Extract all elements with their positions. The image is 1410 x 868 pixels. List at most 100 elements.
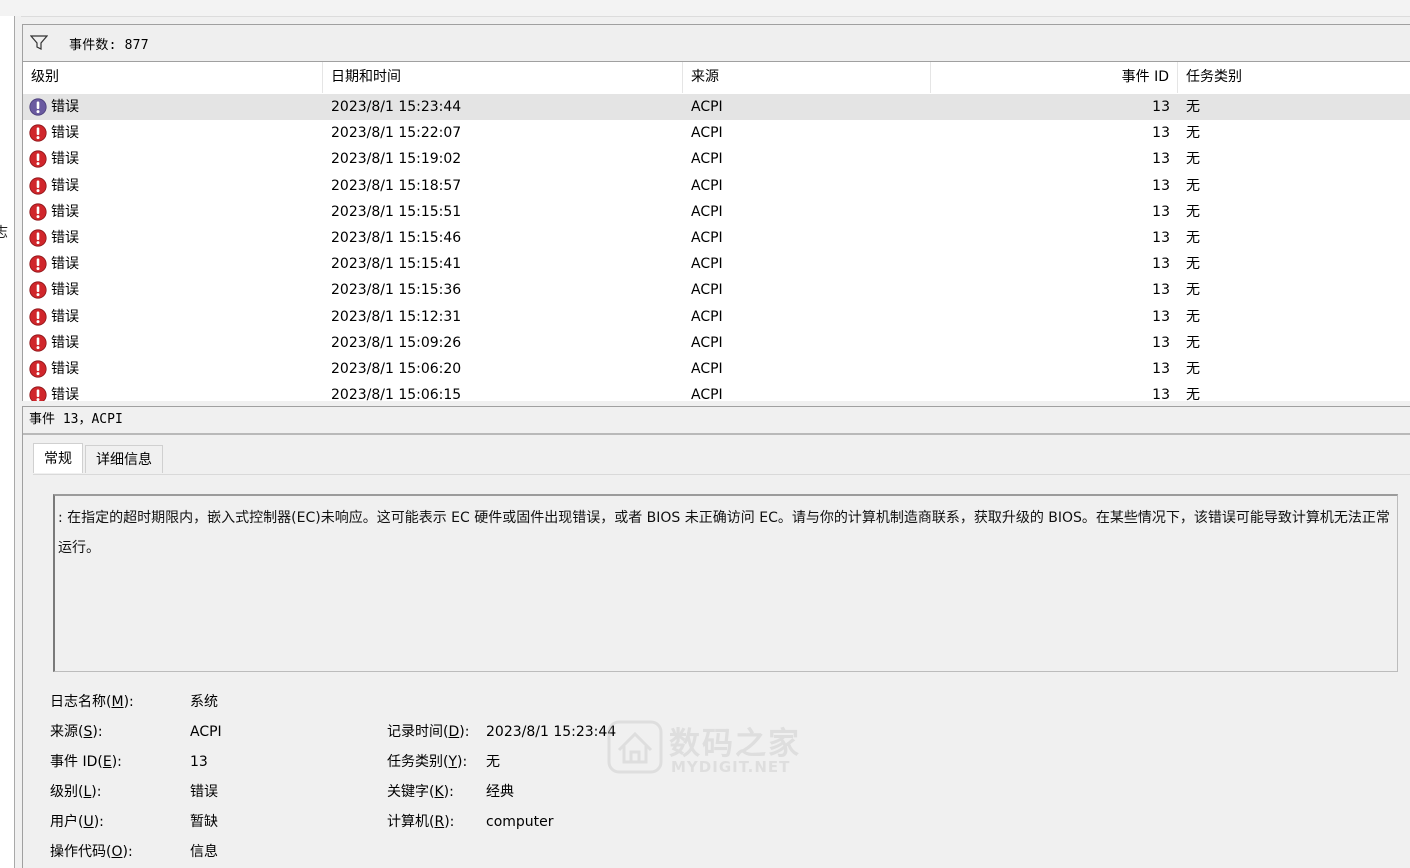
column-header-datetime[interactable]: 日期和时间 — [323, 62, 683, 93]
event-level-text: 错误 — [51, 360, 79, 377]
event-id-value[interactable]: 13 — [190, 747, 208, 777]
error-icon — [29, 150, 47, 169]
user-value[interactable]: 暂缺 — [190, 807, 218, 837]
log-name-value[interactable]: 系统 — [190, 687, 218, 717]
event-row[interactable]: 错误 2023/8/1 15:09:26 ACPI 13 无 — [23, 330, 1410, 356]
event-row[interactable]: 错误 2023/8/1 15:15:36 ACPI 13 无 — [23, 277, 1410, 303]
tab-general[interactable]: 常规 — [33, 443, 83, 473]
keywords-label: 关键字(K): — [387, 784, 454, 800]
event-datetime-cell: 2023/8/1 15:12:31 — [331, 308, 462, 325]
error-icon — [29, 334, 47, 352]
event-id-cell: 13 — [1152, 99, 1170, 115]
detail-tabs: 常规 详细信息 — [33, 443, 165, 475]
column-header-event-id[interactable]: 事件 ID — [931, 62, 1178, 93]
event-datetime-cell: 2023/8/1 15:09:26 — [331, 334, 462, 351]
event-id-cell: 13 — [1152, 177, 1170, 194]
user-label: 用户(U): — [50, 814, 104, 830]
keywords-value[interactable]: 经典 — [486, 777, 514, 807]
event-id-cell: 13 — [1152, 387, 1170, 402]
event-task-cell: 无 — [1186, 387, 1200, 402]
event-id-cell: 13 — [1152, 282, 1170, 299]
event-list-pane: 事件数: 877 级别 日期和时间 来源 事件 ID 任务类别 错误 2023/8… — [22, 24, 1410, 402]
event-id-cell: 13 — [1152, 256, 1170, 273]
event-datetime-cell: 2023/8/1 15:15:46 — [331, 229, 462, 246]
event-datetime-cell: 2023/8/1 15:15:36 — [331, 282, 462, 299]
event-level-cell: 错误 — [23, 356, 323, 382]
event-row[interactable]: 错误 2023/8/1 15:15:46 ACPI 13 无 — [23, 225, 1410, 251]
event-row[interactable]: 错误 2023/8/1 15:06:15 ACPI 13 无 — [23, 382, 1410, 402]
event-task-cell: 无 — [1186, 151, 1200, 168]
event-source-cell: ACPI — [691, 99, 723, 115]
event-row[interactable]: 错误 2023/8/1 15:19:02 ACPI 13 无 — [23, 146, 1410, 172]
event-datetime-cell: 2023/8/1 15:06:15 — [331, 387, 462, 402]
log-name-label: 日志名称(M): — [50, 694, 134, 710]
event-level-cell: 错误 — [23, 382, 323, 402]
event-id-cell: 13 — [1152, 125, 1170, 142]
column-header-task-category[interactable]: 任务类别 — [1178, 62, 1410, 93]
error-icon — [29, 124, 47, 142]
event-level-cell: 错误 — [23, 146, 323, 172]
event-row[interactable]: 错误 2023/8/1 15:06:20 ACPI 13 无 — [23, 356, 1410, 382]
event-row[interactable]: 错误 2023/8/1 15:23:44 ACPI 13 无 — [23, 94, 1410, 121]
filter-funnel-icon[interactable] — [29, 33, 49, 53]
column-header-row: 级别 日期和时间 来源 事件 ID 任务类别 — [23, 62, 1410, 93]
level-value[interactable]: 错误 — [190, 777, 218, 807]
source-label: 来源(S): — [50, 724, 103, 740]
event-datetime-cell: 2023/8/1 15:15:51 — [331, 203, 462, 220]
event-level-text: 错误 — [51, 387, 79, 402]
event-description[interactable]: : 在指定的超时期限内，嵌入式控制器(EC)未响应。这可能表示 EC 硬件或固件… — [53, 494, 1398, 672]
vertical-splitter[interactable] — [15, 16, 21, 868]
event-source-cell: ACPI — [691, 203, 723, 220]
tab-details[interactable]: 详细信息 — [85, 445, 163, 473]
event-level-cell: 错误 — [23, 277, 323, 303]
event-level-cell: 错误 — [23, 330, 323, 356]
event-task-cell: 无 — [1186, 177, 1200, 194]
event-level-cell: 错误 — [23, 94, 323, 120]
error-icon — [29, 360, 47, 378]
event-row[interactable]: 错误 2023/8/1 15:18:57 ACPI 13 无 — [23, 173, 1410, 199]
opcode-label: 操作代码(O): — [50, 844, 133, 860]
event-level-text: 错误 — [51, 230, 79, 247]
logged-value[interactable]: 2023/8/1 15:23:44 — [486, 717, 616, 747]
event-source-cell: ACPI — [691, 256, 723, 273]
event-id-cell: 13 — [1152, 334, 1170, 351]
event-task-cell: 无 — [1186, 125, 1200, 142]
event-source-cell: ACPI — [691, 229, 723, 246]
error-icon — [29, 98, 47, 116]
error-icon — [29, 229, 47, 247]
event-row[interactable]: 错误 2023/8/1 15:15:41 ACPI 13 无 — [23, 251, 1410, 277]
event-count-title: 事件数: 877 — [69, 37, 149, 53]
event-level-text: 错误 — [51, 99, 79, 116]
error-icon — [29, 307, 47, 326]
event-row[interactable]: 错误 2023/8/1 15:15:51 ACPI 13 无 — [23, 199, 1410, 225]
error-icon — [29, 177, 47, 195]
navigation-pane-clipped-text: 志 — [0, 225, 8, 241]
event-id-cell: 13 — [1152, 203, 1170, 220]
event-level-cell: 错误 — [23, 120, 323, 146]
event-source-cell: ACPI — [691, 308, 723, 325]
event-source-cell: ACPI — [691, 125, 723, 142]
level-label: 级别(L): — [50, 784, 102, 800]
navigation-pane[interactable]: 志 — [0, 16, 15, 868]
event-datetime-cell: 2023/8/1 15:06:20 — [331, 360, 462, 377]
event-level-cell: 错误 — [23, 199, 323, 225]
event-id-label: 事件 ID(E): — [50, 754, 122, 770]
column-header-level[interactable]: 级别 — [23, 62, 323, 93]
task-category-value[interactable]: 无 — [486, 747, 500, 777]
computer-value[interactable]: computer — [486, 807, 554, 837]
event-row[interactable]: 错误 2023/8/1 15:22:07 ACPI 13 无 — [23, 120, 1410, 146]
source-value[interactable]: ACPI — [190, 717, 222, 747]
column-header-source[interactable]: 来源 — [683, 62, 931, 93]
event-level-cell: 错误 — [23, 173, 323, 199]
event-level-text: 错误 — [51, 203, 79, 220]
event-task-cell: 无 — [1186, 203, 1200, 220]
opcode-value[interactable]: 信息 — [190, 837, 218, 867]
event-level-text: 错误 — [51, 151, 79, 168]
event-row[interactable]: 错误 2023/8/1 15:12:31 ACPI 13 无 — [23, 304, 1410, 330]
event-task-cell: 无 — [1186, 308, 1200, 325]
event-task-cell: 无 — [1186, 334, 1200, 351]
event-level-text: 错误 — [51, 308, 79, 325]
event-source-cell: ACPI — [691, 360, 723, 377]
event-source-cell: ACPI — [691, 282, 723, 299]
error-icon — [29, 281, 47, 300]
